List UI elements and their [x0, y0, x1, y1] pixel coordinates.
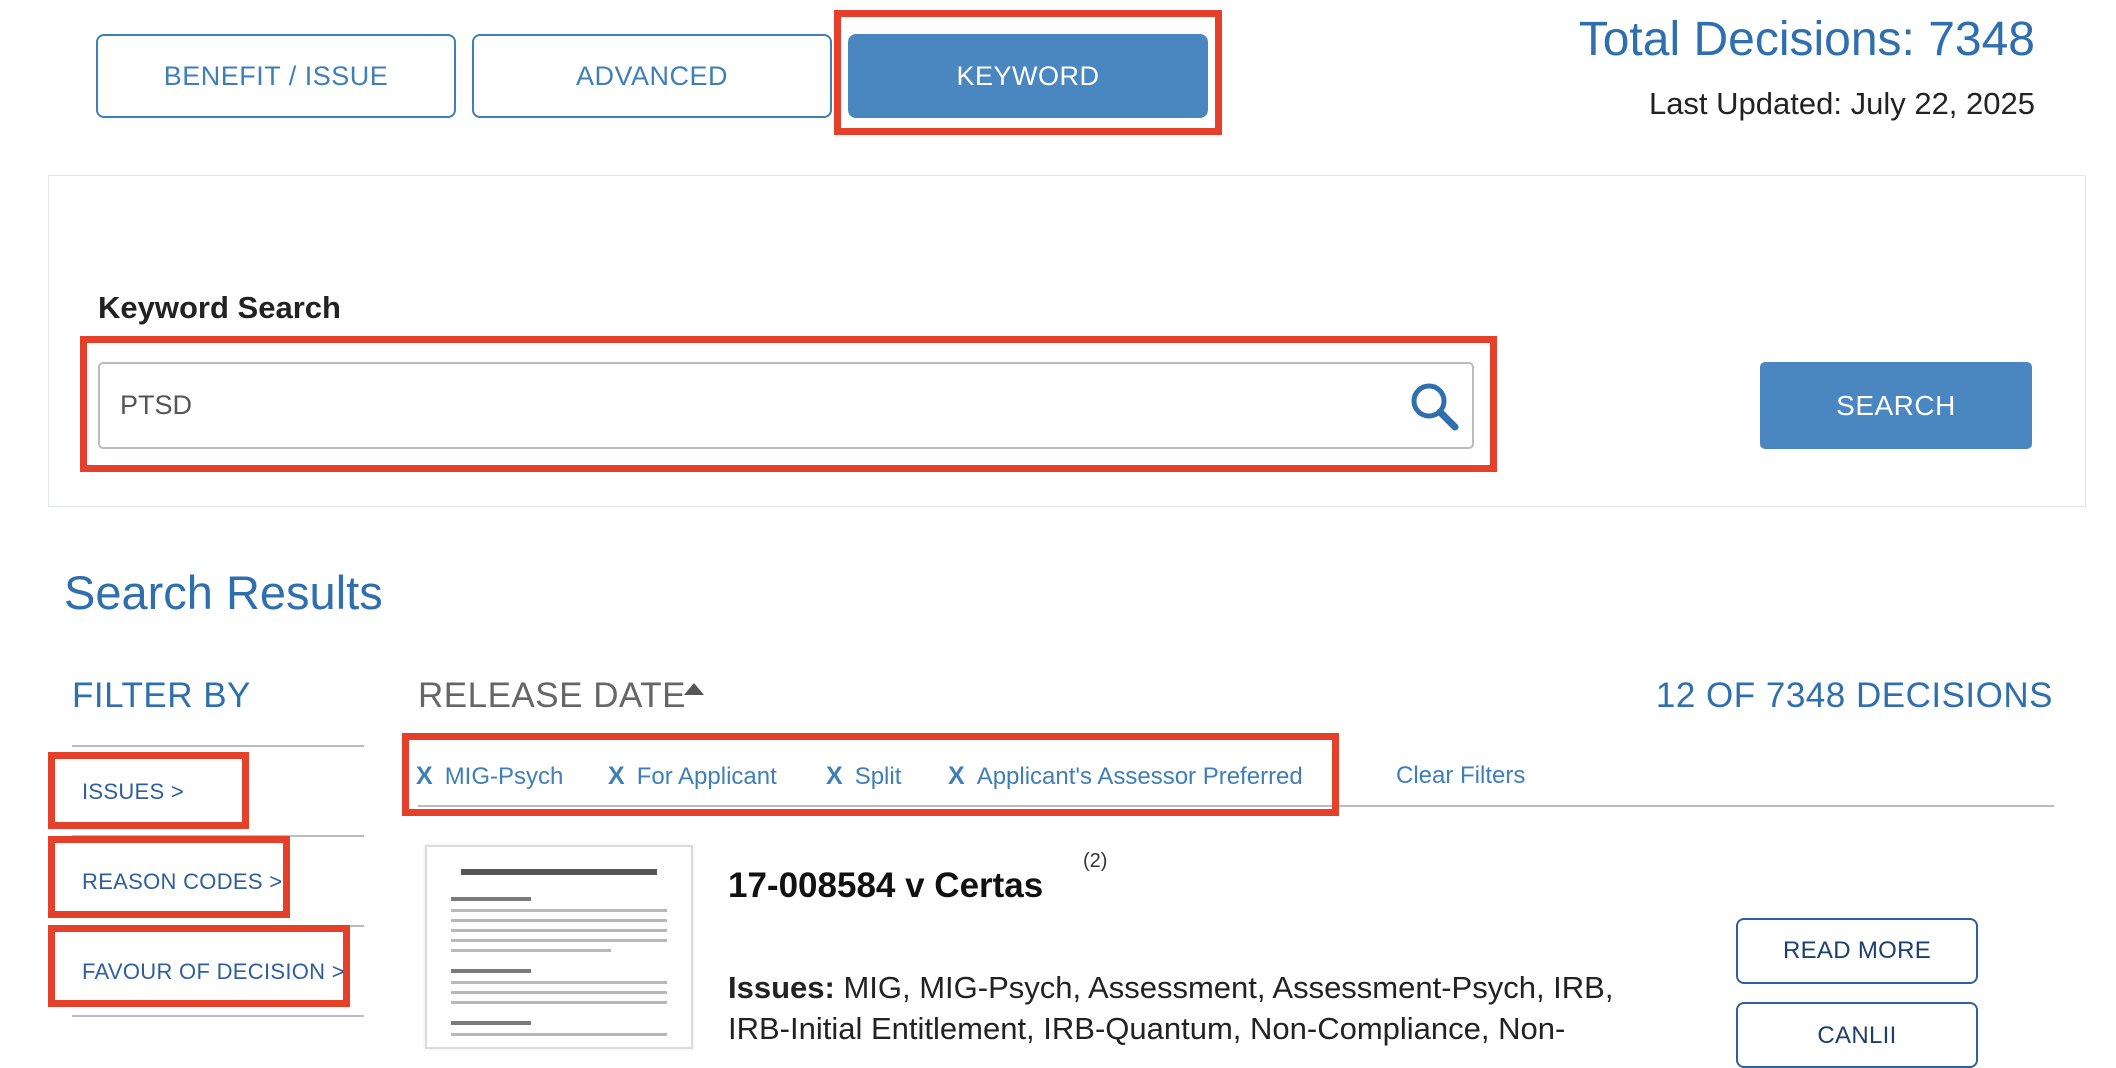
sidebar-divider [72, 835, 364, 837]
issues-list: MIG, MIG-Psych, Assessment, Assessment-P… [728, 970, 1614, 1046]
active-filter-label: For Applicant [636, 762, 777, 790]
search-panel [48, 175, 2086, 507]
active-filter-chip[interactable]: X MIG-Psych [416, 762, 563, 791]
close-icon[interactable]: X [826, 762, 843, 791]
filter-reason-codes[interactable]: REASON CODES > [82, 869, 282, 895]
result-title-superscript: (2) [1083, 850, 1108, 872]
close-icon[interactable]: X [948, 762, 965, 791]
close-icon[interactable]: X [416, 762, 433, 791]
total-decisions: Total Decisions: 7348 [1578, 13, 2035, 66]
tab-benefit-issue[interactable]: BENEFIT / ISSUE [96, 34, 456, 118]
sidebar-divider [72, 745, 364, 747]
filter-by-title: FILTER BY [72, 676, 251, 715]
tab-advanced[interactable]: ADVANCED [472, 34, 832, 118]
clear-filters-link[interactable]: Clear Filters [1396, 762, 1525, 790]
sort-release-date[interactable]: RELEASE DATE [418, 676, 686, 716]
search-icon[interactable] [1408, 380, 1460, 432]
sidebar-divider [72, 925, 364, 927]
results-count: 12 OF 7348 DECISIONS [1655, 676, 2053, 715]
keyword-search-input[interactable] [98, 362, 1474, 449]
issues-label: Issues: [728, 970, 835, 1005]
active-filter-label: Split [854, 762, 902, 790]
last-updated: Last Updated: July 22, 2025 [1648, 86, 2035, 121]
document-thumbnail[interactable] [425, 845, 693, 1049]
filter-issues[interactable]: ISSUES > [82, 779, 184, 805]
result-issues: Issues: MIG, MIG-Psych, Assessment, Asse… [728, 967, 1668, 1049]
canlii-button[interactable]: CANLII [1736, 1002, 1978, 1068]
caret-up-icon[interactable] [684, 683, 704, 695]
filter-favour-of-decision[interactable]: FAVOUR OF DECISION > [82, 959, 345, 985]
search-button[interactable]: SEARCH [1760, 362, 2032, 449]
active-filter-chip[interactable]: X Applicant's Assessor Preferred [948, 762, 1303, 791]
filters-divider [418, 805, 2054, 807]
search-results-title: Search Results [64, 566, 383, 619]
keyword-search-label: Keyword Search [98, 290, 341, 325]
active-filter-label: Applicant's Assessor Preferred [976, 762, 1303, 790]
tab-keyword[interactable]: KEYWORD [848, 34, 1208, 118]
read-more-button[interactable]: READ MORE [1736, 918, 1978, 984]
active-filter-chip[interactable]: X Split [826, 762, 901, 791]
close-icon[interactable]: X [608, 762, 625, 791]
sidebar-divider [72, 1015, 364, 1017]
active-filter-label: MIG-Psych [444, 762, 564, 790]
result-title[interactable]: 17-008584 v Certas [728, 866, 1043, 906]
active-filter-chip[interactable]: X For Applicant [608, 762, 777, 791]
